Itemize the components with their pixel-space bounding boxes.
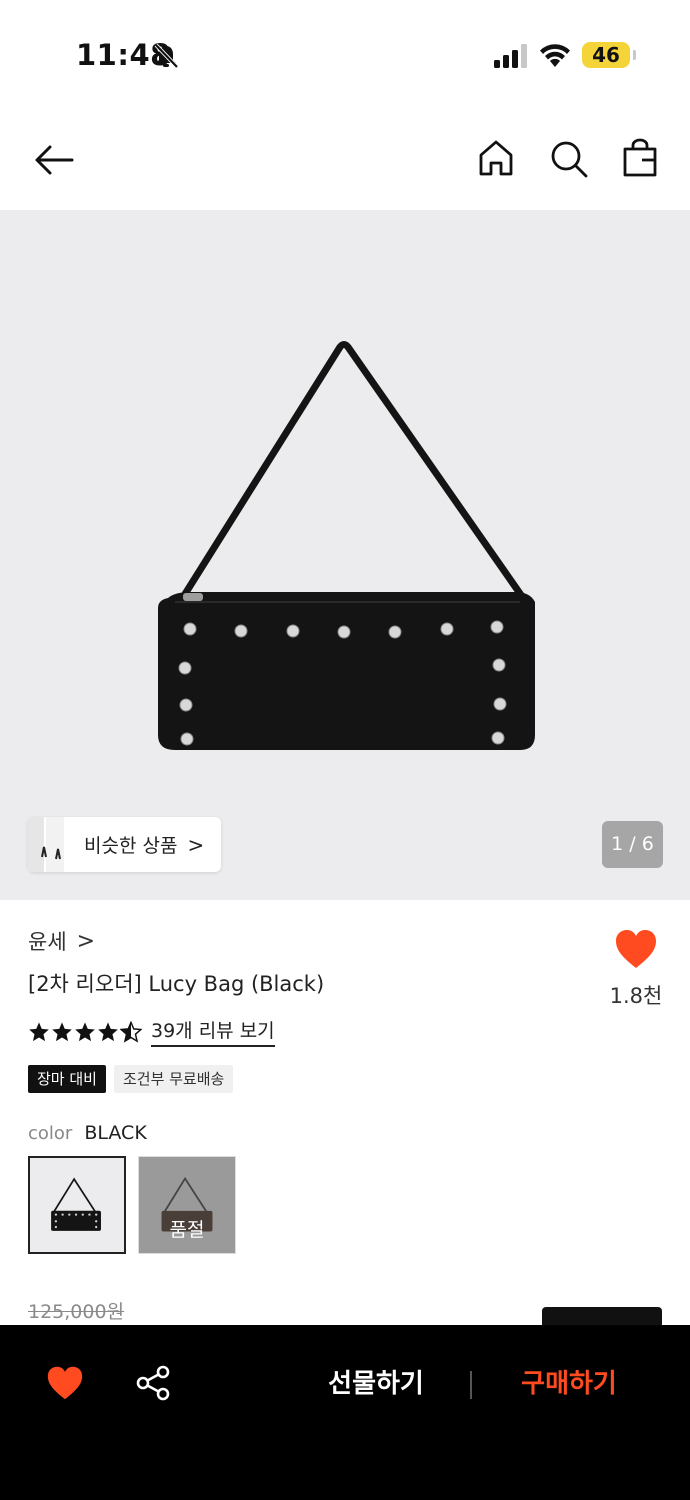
badge-free-shipping: 조건부 무료배송 [113,1065,234,1093]
original-price: 125,000원 [28,1301,125,1323]
color-swatch-black[interactable] [28,1156,126,1254]
review-link[interactable]: 39개 리뷰 보기 [151,1016,275,1047]
star-icon [29,1021,49,1041]
star-icon [75,1021,95,1041]
bottom-action-bar: 선물하기 구매하기 [0,1325,690,1500]
battery-indicator: 46 [582,42,636,68]
similar-products-label: 비슷한 상품 [84,835,178,857]
badge-rainy-season: 장마 대비 [28,1065,106,1093]
swatch-thumbnail [51,1177,101,1231]
signal-icon [494,44,527,68]
product-image-gallery[interactable]: 비슷한 상품 > 1 / 6 [0,210,690,900]
home-icon[interactable] [474,136,518,180]
badge-row: 장마 대비 조건부 무료배송 [28,1065,234,1093]
search-icon[interactable] [546,136,590,180]
star-rating [28,1020,143,1043]
bell-muted-icon [154,43,179,69]
heart-icon[interactable] [614,928,658,970]
star-icon [52,1021,72,1041]
gift-button[interactable]: 선물하기 [300,1363,452,1400]
like-count: 1.8천 [609,984,663,1008]
wifi-icon [540,44,570,67]
brand-name: 윤세 [28,930,67,954]
chevron-right-icon: > [187,832,205,857]
brand-link[interactable]: 윤세 > [28,926,95,956]
color-value: BLACK [84,1122,147,1144]
arrow-left-icon[interactable] [30,136,78,184]
top-nav-bar [0,110,690,210]
star-half-icon [120,1020,142,1043]
heart-icon[interactable] [46,1365,84,1401]
image-page-indicator: 1 / 6 [602,821,663,868]
buy-button[interactable]: 구매하기 [494,1363,644,1400]
status-bar: 11:48 46 [0,0,690,110]
chevron-right-icon: > [76,928,96,954]
star-icon [98,1021,118,1041]
share-icon[interactable] [134,1364,172,1402]
color-selector-label: color BLACK [28,1122,147,1144]
similar-product-thumbnail [28,817,64,872]
similar-products-button[interactable]: 비슷한 상품 > [28,817,221,872]
rating-row: 39개 리뷰 보기 [28,1016,275,1047]
product-title: [2차 리오더] Lucy Bag (Black) [28,972,325,996]
product-photo [158,341,535,750]
shopping-bag-icon[interactable] [618,136,662,180]
color-swatch-soldout[interactable]: 품절 [138,1156,236,1254]
bottom-bar-divider [470,1371,472,1399]
color-label: color [28,1123,73,1144]
soldout-label: 품절 [169,1219,205,1241]
